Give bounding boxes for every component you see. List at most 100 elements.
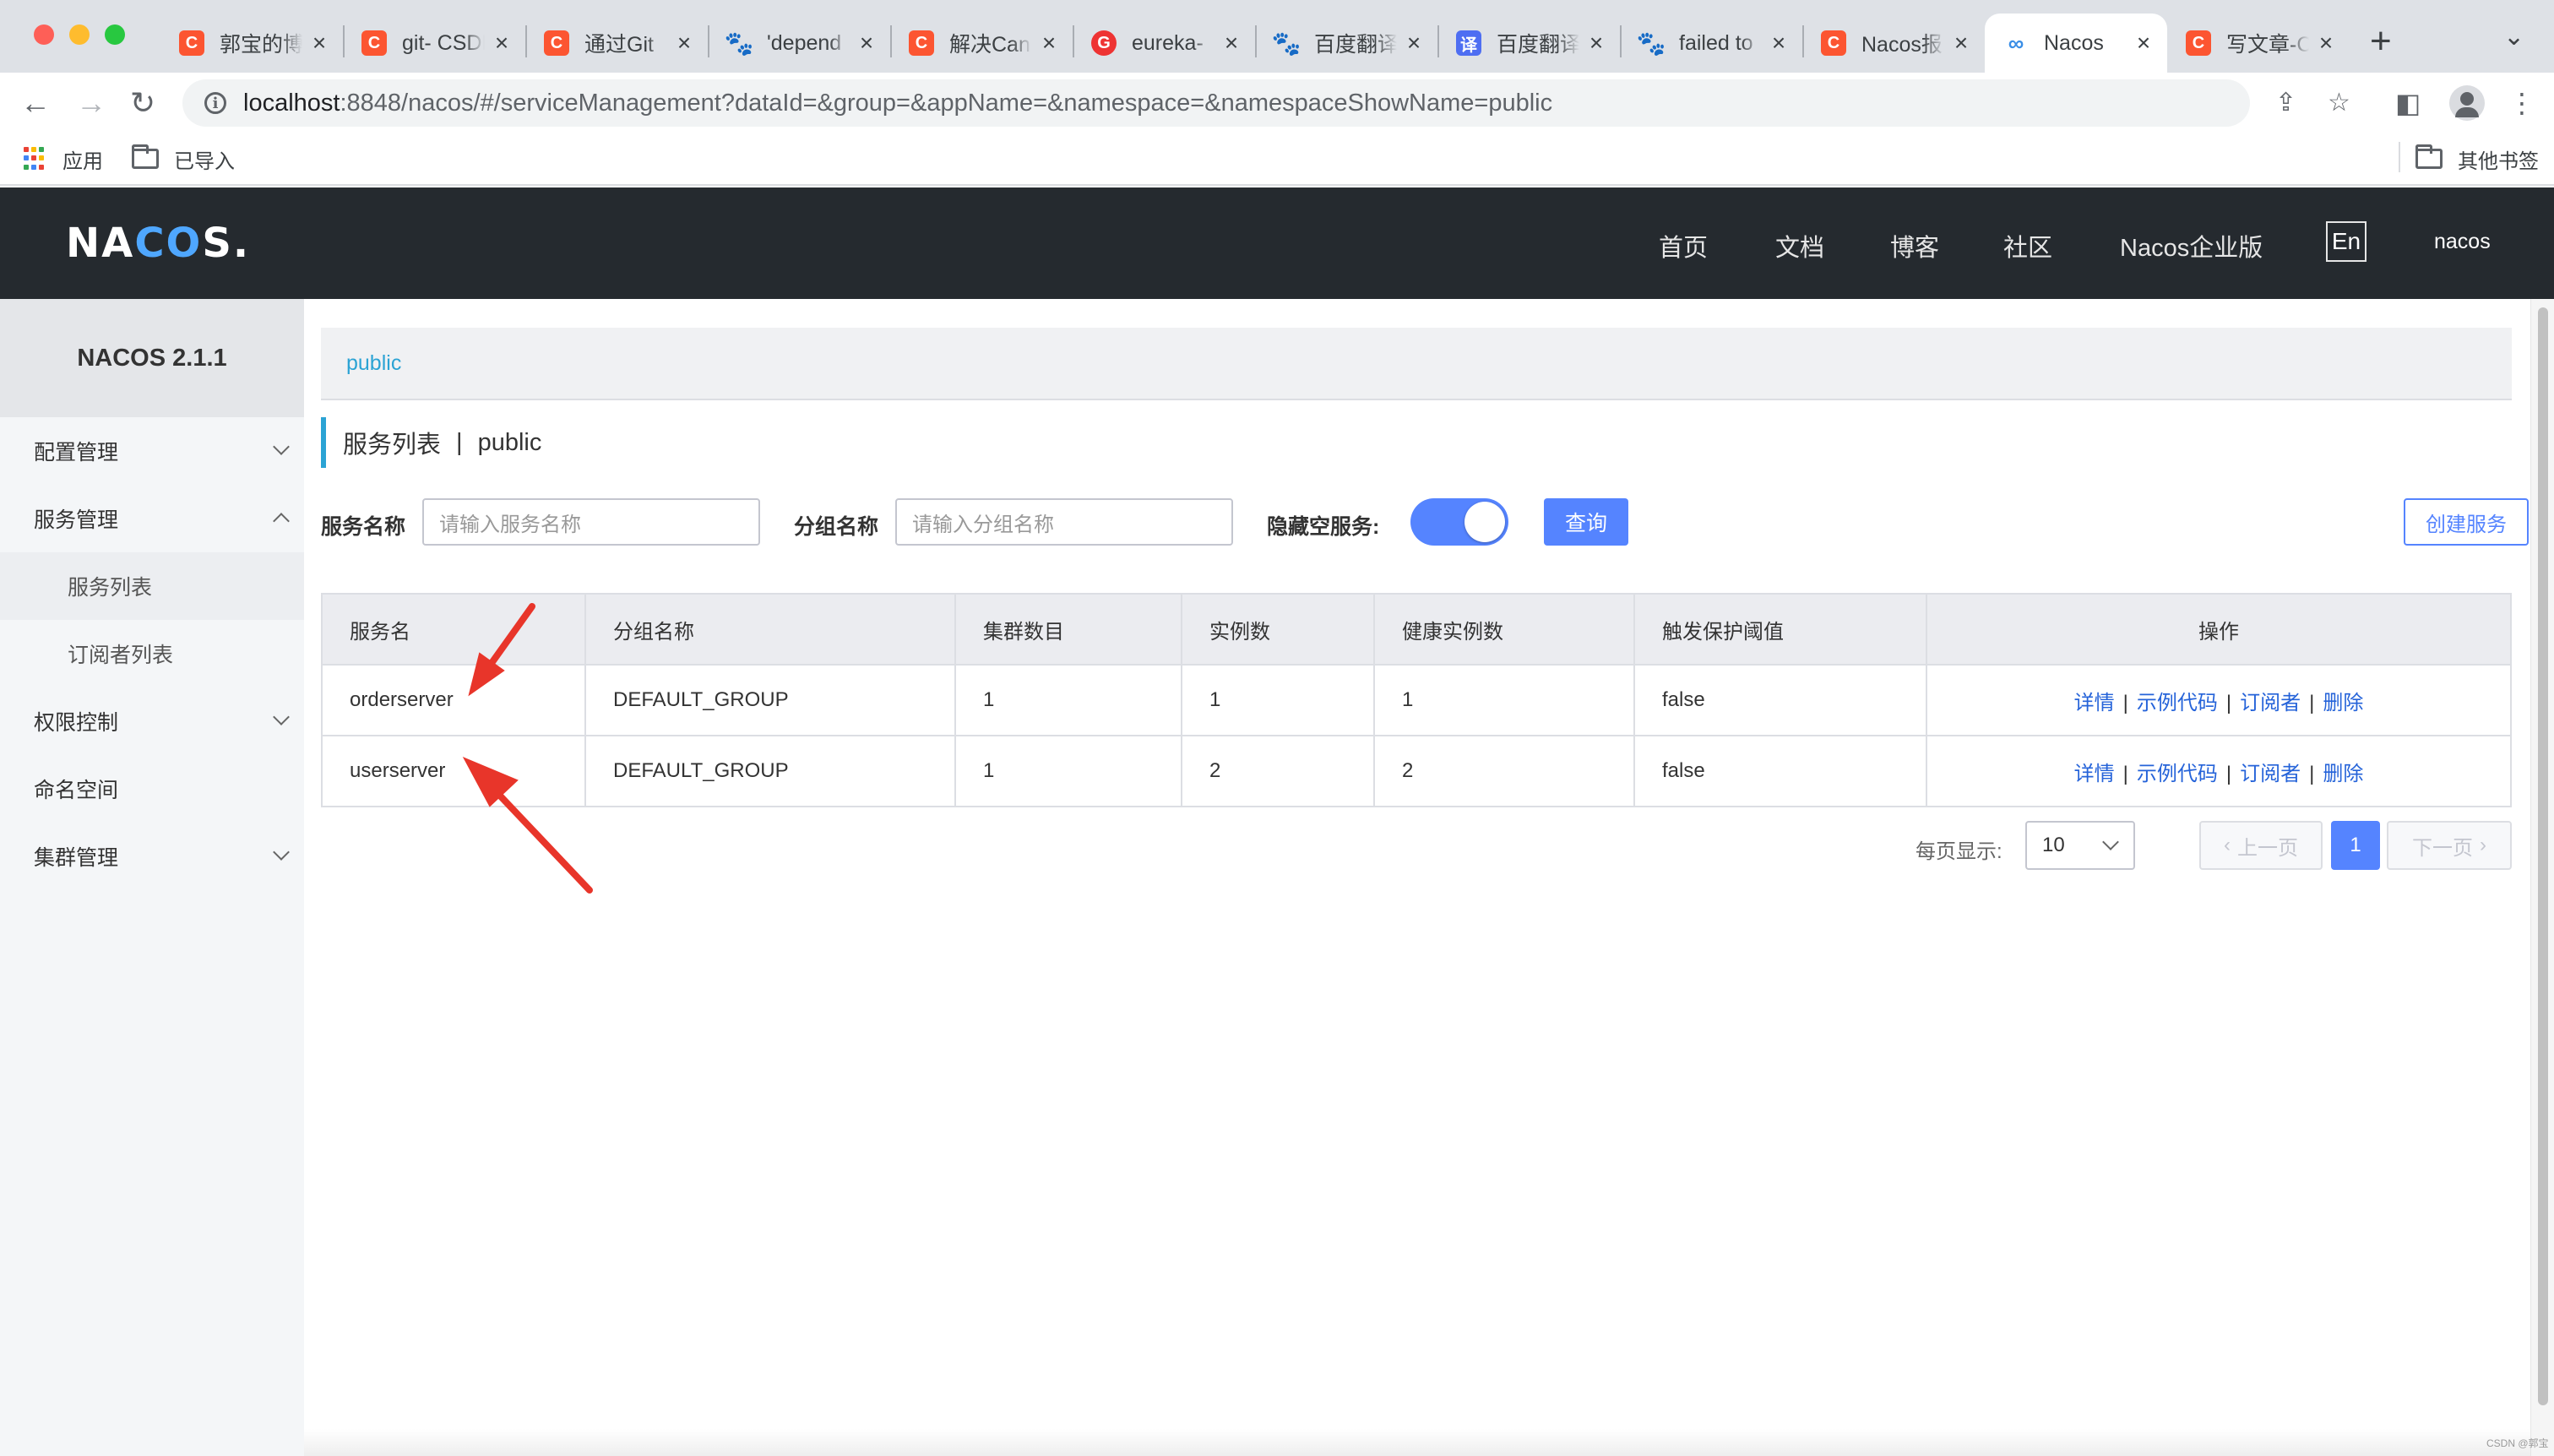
more-menu-icon[interactable]: ⋮ [2508, 88, 2535, 118]
side-panel-icon[interactable]: ◧ [2395, 88, 2421, 118]
nav-enterprise[interactable]: Nacos企业版 [2120, 228, 2263, 263]
profile-avatar-icon[interactable] [2449, 85, 2485, 121]
create-service-button[interactable]: 创建服务 [2404, 498, 2529, 546]
bookmark-other[interactable]: 其他书签 [2415, 142, 2539, 176]
browser-tab-active[interactable]: ∞ Nacos × [1985, 14, 2167, 73]
per-page-label: 每页显示: [1916, 840, 2002, 863]
sidebar-item-service-list[interactable]: 服务列表 [0, 552, 304, 620]
back-arrow-icon[interactable]: ← [20, 84, 51, 122]
browser-toolbar: ← → ↻ i localhost:8848/nacos/#/serviceMa… [0, 73, 2554, 133]
address-bar[interactable]: i localhost:8848/nacos/#/serviceManageme… [182, 79, 2350, 127]
sidebar-item-label: 命名空间 [34, 779, 119, 802]
delete-link[interactable]: 删除 [2323, 692, 2363, 714]
sidebar-item-namespace[interactable]: 命名空间 [0, 755, 304, 823]
op-separator: | [2309, 691, 2315, 714]
scrollbar-thumb[interactable] [2538, 307, 2548, 1405]
tab-search-chevron-icon[interactable]: ⌄ [2503, 22, 2524, 52]
subscriber-link[interactable]: 订阅者 [2240, 692, 2301, 714]
language-switch-button[interactable]: En [2326, 221, 2367, 262]
bookmark-imported[interactable]: 已导入 [132, 142, 235, 176]
chevron-down-icon [273, 844, 290, 861]
operations-cell: 详情 | 示例代码 | 订阅者 | 删除 [1926, 665, 2511, 736]
url-text[interactable]: localhost:8848/nacos/#/serviceManagement… [243, 90, 1552, 117]
next-page-button[interactable]: 下一页 › [2387, 821, 2512, 870]
browser-tab[interactable]: 🐾 failed to × [1620, 14, 1802, 73]
minimize-window-button[interactable] [69, 24, 90, 45]
tab-title: failed to [1679, 30, 1753, 55]
bookmark-apps[interactable]: 应用 [24, 142, 103, 176]
subscriber-link[interactable]: 订阅者 [2240, 763, 2301, 785]
nav-home[interactable]: 首页 [1659, 228, 1708, 263]
close-tab-icon[interactable]: × [1039, 30, 1059, 57]
query-button[interactable]: 查询 [1544, 498, 1628, 546]
nacos-logo[interactable]: NACOS. [66, 220, 250, 267]
column-header: 实例数 [1182, 594, 1375, 665]
per-page-select[interactable]: 10 [2025, 821, 2135, 870]
column-header: 集群数目 [955, 594, 1182, 665]
close-tab-icon[interactable]: × [2133, 30, 2154, 57]
browser-tab[interactable]: G eureka- × [1073, 14, 1255, 73]
close-tab-icon[interactable]: × [492, 30, 512, 57]
maximize-window-button[interactable] [105, 24, 125, 45]
bookmark-star-icon[interactable]: ☆ [2328, 79, 2350, 127]
browser-tab[interactable]: C 写文章-C × [2167, 14, 2350, 73]
close-tab-icon[interactable]: × [674, 30, 694, 57]
instance-count-cell: 2 [1182, 736, 1375, 807]
close-tab-icon[interactable]: × [1586, 30, 1606, 57]
browser-tab[interactable]: C 通过Git × [525, 14, 708, 73]
browser-tab[interactable]: C 郭宝的博 × [160, 14, 343, 73]
sidebar-item-subscriber-list[interactable]: 订阅者列表 [0, 620, 304, 687]
namespace-tab-public[interactable]: public [346, 351, 401, 376]
hide-empty-label: 隐藏空服务: [1267, 515, 1380, 539]
browser-tab[interactable]: C git- CSDN × [343, 14, 525, 73]
site-info-icon[interactable]: i [204, 92, 226, 114]
new-tab-button[interactable]: + [2370, 20, 2392, 62]
browser-tab[interactable]: 🐾 百度翻译 × [1255, 14, 1437, 73]
close-tab-icon[interactable]: × [1221, 30, 1242, 57]
share-icon[interactable]: ⇪ [2275, 79, 2296, 127]
watermark-text: CSDN @郭宝 [2486, 1437, 2549, 1449]
hide-empty-toggle[interactable] [1410, 498, 1508, 546]
close-tab-icon[interactable]: × [856, 30, 877, 57]
close-tab-icon[interactable]: × [1404, 30, 1424, 57]
close-tab-icon[interactable]: × [1951, 30, 1971, 57]
detail-link[interactable]: 详情 [2074, 692, 2115, 714]
sidebar-item-permissions[interactable]: 权限控制 [0, 687, 304, 755]
group-name-input[interactable]: 请输入分组名称 [895, 498, 1233, 546]
sidebar-item-label: 集群管理 [34, 846, 119, 870]
close-tab-icon[interactable]: × [2316, 30, 2336, 57]
close-window-button[interactable] [34, 24, 54, 45]
chevron-right-icon: › [2480, 834, 2486, 856]
op-separator: | [2225, 762, 2232, 785]
group-cell: DEFAULT_GROUP [585, 736, 956, 807]
browser-tab[interactable]: C 解决Can × [890, 14, 1073, 73]
folder-icon [132, 144, 159, 169]
title-separator: | [456, 428, 463, 456]
nav-community[interactable]: 社区 [2003, 228, 2052, 263]
page-number-current[interactable]: 1 [2331, 821, 2380, 870]
instance-count-cell: 1 [1182, 665, 1375, 736]
close-tab-icon[interactable]: × [1769, 30, 1789, 57]
sample-code-link[interactable]: 示例代码 [2137, 763, 2218, 785]
tab-title: 'depend [767, 30, 842, 55]
browser-tab[interactable]: C Nacos报 × [1802, 14, 1985, 73]
folder-icon [2415, 144, 2443, 169]
sample-code-link[interactable]: 示例代码 [2137, 692, 2218, 714]
nav-docs[interactable]: 文档 [1775, 228, 1824, 263]
close-tab-icon[interactable]: × [309, 30, 329, 57]
sidebar-item-config[interactable]: 配置管理 [0, 417, 304, 485]
sidebar-item-cluster[interactable]: 集群管理 [0, 823, 304, 890]
prev-page-button[interactable]: ‹ 上一页 [2199, 821, 2323, 870]
browser-tab[interactable]: 🐾 'depend × [708, 14, 890, 73]
forward-arrow-icon[interactable]: → [76, 84, 106, 122]
reload-icon[interactable]: ↻ [130, 84, 155, 122]
detail-link[interactable]: 详情 [2074, 763, 2115, 785]
service-name-input[interactable]: 请输入服务名称 [422, 498, 760, 546]
delete-link[interactable]: 删除 [2323, 763, 2363, 785]
nav-blog[interactable]: 博客 [1890, 228, 1939, 263]
browser-tab[interactable]: 译 百度翻译 × [1437, 14, 1620, 73]
service-table: 服务名 分组名称 集群数目 实例数 健康实例数 触发保护阈值 操作 orders… [321, 593, 2512, 807]
user-name[interactable]: nacos [2434, 230, 2491, 254]
vertical-scrollbar[interactable] [2530, 299, 2554, 1456]
sidebar-item-service[interactable]: 服务管理 [0, 485, 304, 552]
